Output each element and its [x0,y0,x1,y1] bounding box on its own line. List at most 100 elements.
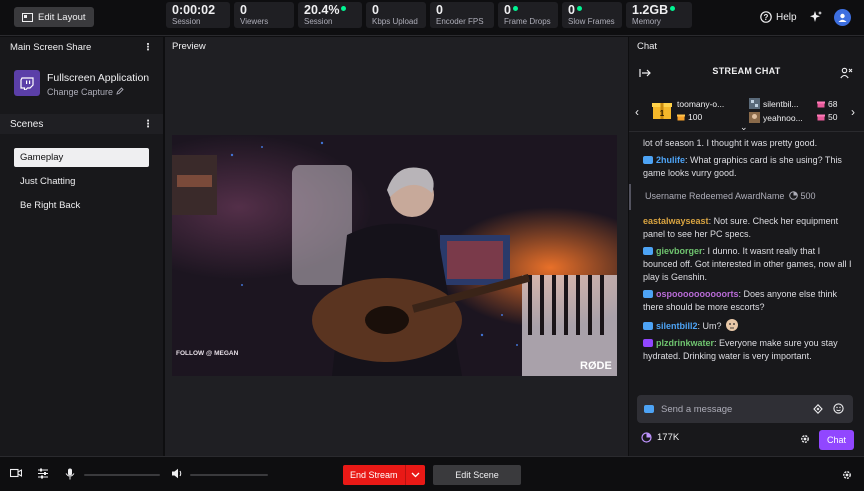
avatar [749,112,760,123]
subscriber-badge-icon [643,322,653,330]
bits-icon[interactable] [813,404,823,414]
help-icon: ? [760,11,772,23]
svg-text:?: ? [764,13,769,22]
scene-item-gameplay[interactable]: Gameplay [14,148,149,167]
hype-user-1-count: 100 [677,112,702,122]
overlay-follow-text: FOLLOW @ MEGAN [176,350,239,357]
sliders-icon[interactable] [37,468,49,479]
status-dot-icon [670,6,676,11]
chat-username[interactable]: gievborger [656,246,703,256]
camera-icon[interactable] [10,468,22,478]
chevron-right-icon[interactable]: › [851,105,855,119]
avatar [749,98,760,109]
redemption-notice: Username Redeemed AwardName 500 [629,184,855,210]
end-stream-button[interactable]: End Stream [343,465,405,485]
left-panel: Main Screen Share ⋮ Fullscreen Applicati… [0,37,164,456]
hype-user-2[interactable]: silentbil... [749,98,798,109]
hype-count: 50 [828,112,838,122]
status-dot-icon [576,6,582,11]
redeem-points: 500 [800,191,816,201]
stat-kbps-upload: 0 Kbps Upload [366,2,426,28]
gift-small-icon [817,101,825,108]
stat-label: Encoder FPS [436,17,484,26]
stat-value: 1.2GB [632,3,669,17]
stat-slow-frames: 0 Slow Frames [562,2,622,28]
chat-settings-button[interactable] [799,433,811,448]
stat-value: 0 [372,3,379,17]
hype-count: 100 [688,112,703,122]
chevron-down-icon [411,472,419,478]
chat-message: silentbill2: Um? [643,318,855,333]
chat-username[interactable]: silentbill2 [656,321,698,331]
hype-user-name: yeahnoo... [763,112,803,123]
sparkle-icon [810,11,822,22]
user-avatar[interactable] [834,9,851,26]
end-stream-dropdown[interactable] [404,465,425,485]
stat-label: Session [172,17,201,26]
end-stream-label: End Stream [350,470,398,480]
stat-value: 20.4% [304,3,340,17]
status-dot-icon [512,6,518,11]
hype-user-1[interactable]: toomany-o... [677,99,724,109]
chat-username[interactable]: eastalwayseast [643,216,709,226]
speaker-icon[interactable] [171,468,183,479]
channel-points-balance[interactable]: 177K [641,432,679,443]
user-icon [838,13,847,22]
speaker-volume-slider[interactable] [190,474,268,476]
stat-label: Session [304,17,333,26]
stat-label: Kbps Upload [372,17,418,26]
screen-share-title: Main Screen Share [10,41,92,53]
points-value: 177K [657,432,680,443]
chat-username[interactable]: ospoooooooooorts [656,289,738,299]
edit-layout-button[interactable]: Edit Layout [14,7,94,27]
chat-send-button[interactable]: Chat [819,430,854,450]
stats-bar: 0:00:02 Session 0 Viewers 20.4% Session … [166,2,692,28]
more-options-icon[interactable]: ⋮ [143,42,153,53]
bottom-bar: End Stream Edit Scene [0,456,864,491]
hype-user-3[interactable]: yeahnoo... [749,112,803,123]
capture-source[interactable]: Fullscreen Application Change Capture [14,70,149,97]
chat-panel: Chat STREAM CHAT ‹ 1 toomany-o... 100 si… [629,37,864,456]
sparkle-button[interactable] [809,10,823,27]
hype-count: 68 [828,99,838,109]
scene-item-just-chatting[interactable]: Just Chatting [14,172,149,191]
gear-icon [801,435,809,443]
help-button[interactable]: ? Help [760,11,797,23]
subscriber-badge-icon [643,247,653,255]
subscriber-badge-icon [643,156,653,164]
stat-label: Memory [632,17,661,26]
channel-points-icon [789,191,798,200]
stat-frame-drops: 0 Frame Drops [498,2,558,28]
gift-small-icon [677,114,685,121]
users-icon [840,67,853,79]
pencil-icon [115,87,124,95]
gear-icon[interactable] [841,469,853,481]
chevron-down-icon[interactable]: ⌄ [740,122,748,133]
preview-panel: Preview FOLLOW @ MEGAN RØDE [165,37,628,456]
stream-chat-title: STREAM CHAT [712,66,781,76]
stat-value: 0 [568,3,575,17]
status-dot-icon [341,6,347,11]
more-options-icon[interactable]: ⋮ [143,119,153,130]
emoji-icon[interactable] [833,403,844,414]
top-bar: Edit Layout 0:00:02 Session 0 Viewers 20… [0,0,864,36]
stat-session-time: 0:00:02 Session [166,2,230,28]
community-button[interactable] [840,67,853,82]
chat-username[interactable]: plzdrinkwater [656,338,714,348]
chat-message-input[interactable] [661,403,801,415]
change-capture-link[interactable]: Change Capture [47,87,149,97]
stat-viewers: 0 Viewers [234,2,294,28]
edit-scene-button[interactable]: Edit Scene [433,465,521,485]
chat-username[interactable]: 2hulife [656,155,685,165]
stat-label: Frame Drops [504,17,551,26]
chat-input-box[interactable] [637,395,853,423]
mic-volume-slider[interactable] [84,474,160,476]
stream-preview-video[interactable]: FOLLOW @ MEGAN RØDE [172,135,617,376]
microphone-icon[interactable] [65,468,75,480]
scene-item-be-right-back[interactable]: Be Right Back [14,196,149,215]
chevron-left-icon[interactable]: ‹ [635,105,639,119]
subscriber-badge-icon [644,405,654,413]
stat-value: 0:00:02 [172,3,216,17]
scene-label: Be Right Back [20,200,81,211]
stat-value: 0 [240,3,247,17]
